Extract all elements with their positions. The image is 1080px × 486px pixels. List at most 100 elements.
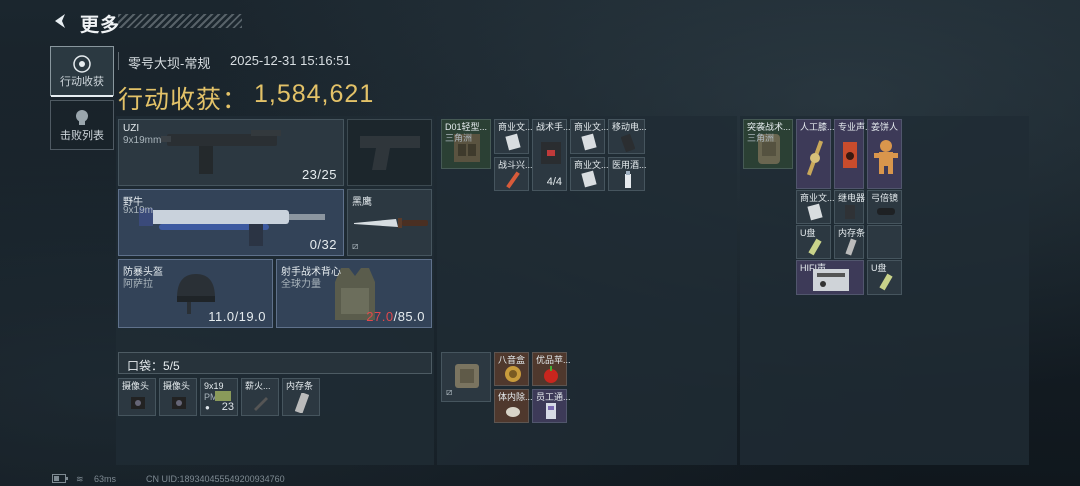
backpack-item[interactable]: 姜饼人: [867, 119, 902, 189]
pocket-label: 口袋：5/5: [127, 359, 180, 373]
melee-name: 黑鹰: [352, 197, 372, 208]
empty-backpack-slot[interactable]: [867, 225, 902, 259]
pocket-item-name: 内存条: [286, 381, 314, 391]
scope-icon: [877, 208, 895, 215]
info-divider: [118, 52, 119, 70]
usb-drive-icon: [808, 238, 822, 256]
gingerbread-man-icon: [874, 140, 898, 174]
helmet-slot[interactable]: 防暴头盔 阿萨拉 11.0/19.0: [118, 259, 273, 328]
header-decoration: [118, 14, 242, 28]
secondary-weapon-caliber: 9x19m: [123, 205, 154, 216]
melee-slot[interactable]: 黑鹰 ⧄: [347, 189, 432, 256]
target-icon: [73, 55, 91, 73]
pouch-item[interactable]: 员工通...: [532, 389, 571, 423]
chest-item[interactable]: 移动电...: [608, 119, 647, 154]
chest-item-count: 4/4: [546, 176, 562, 188]
armor-durability-current: 27.0: [366, 309, 394, 324]
pistol-slot[interactable]: [347, 119, 432, 186]
latency: 63ms: [94, 474, 117, 484]
user-uid: CN UID:1893404555492009347​60: [146, 474, 285, 484]
music-box-icon: [505, 366, 521, 382]
pocket-item-name: 摄像头: [163, 381, 191, 391]
artificial-knee-icon: [806, 140, 824, 176]
chest-item[interactable]: 医用酒...: [608, 157, 647, 191]
pistol-silhouette-icon: [360, 136, 420, 170]
pouch-item[interactable]: 八音盒: [494, 352, 529, 386]
pouch-item[interactable]: 体内除...: [494, 389, 533, 423]
stim-injector-icon: [506, 171, 520, 189]
chest-item[interactable]: 商业文...: [570, 119, 609, 154]
backpack-item-name: 姜饼人: [871, 122, 899, 132]
backpack-item[interactable]: 商业文...: [796, 190, 835, 224]
apple-icon: [544, 366, 558, 383]
backpack-item[interactable]: 弓倍镜: [867, 190, 902, 224]
battery-icon: [52, 474, 68, 483]
pouch-slot[interactable]: ⧄: [441, 352, 491, 402]
backpack-item[interactable]: 人工膝...: [796, 119, 835, 189]
pouch-item[interactable]: 优品苹...: [532, 352, 571, 386]
armor-slot[interactable]: 射手战术背心 全球力量 27.0/85.0: [276, 259, 432, 328]
hifi-audio-icon: [813, 269, 849, 291]
pocket-item[interactable]: 摄像头: [118, 378, 156, 416]
pocket-item[interactable]: 摄像头: [159, 378, 197, 416]
backpack-item[interactable]: 专业声...: [834, 119, 873, 189]
chest-rig-name: D01轻型...: [445, 122, 488, 132]
lighter-icon: [254, 397, 268, 411]
helmet-durability: 11.0/19.0: [208, 309, 266, 324]
chest-item[interactable]: 战术手... 4/4: [532, 119, 571, 191]
document-icon: [581, 133, 597, 151]
tab-kills[interactable]: 击败列表: [50, 100, 114, 150]
pocket-item[interactable]: 9x19 PM 23 ●: [200, 378, 238, 416]
helmet-brand: 阿萨拉: [123, 279, 153, 290]
pocket-item[interactable]: 薪火...: [241, 378, 279, 416]
chest-item-name: 移动电...: [612, 122, 647, 132]
primary-weapon-slot[interactable]: UZI 9x19mm 23/25: [118, 119, 344, 186]
document-icon: [581, 170, 597, 188]
backpack-item-name: 人工膝...: [800, 122, 835, 132]
primary-weapon-ammo: 23/25: [301, 167, 337, 182]
chest-item-name: 商业文...: [574, 122, 609, 132]
pouch-icon: [455, 364, 479, 388]
backpack-item-name: 弓倍镜: [871, 193, 899, 203]
secondary-weapon-slot[interactable]: 野牛 9x19m 0/32: [118, 189, 344, 256]
pocket-item-count: 23: [221, 401, 234, 413]
pocket-item-name: 薪火...: [245, 381, 271, 391]
backpack-item[interactable]: HIFI声...: [796, 260, 864, 295]
pocket-item[interactable]: 内存条: [282, 378, 320, 416]
pocket-item-name: 摄像头: [122, 381, 150, 391]
timestamp: 2025-12-31 15:16:51: [230, 53, 351, 68]
backpack-sub: 三角洲: [747, 133, 775, 143]
backpack-item[interactable]: 内存条: [834, 225, 865, 259]
backpack-slot[interactable]: 突袭战术... 三角洲: [743, 119, 793, 169]
loot-label: 行动收获：: [118, 86, 249, 114]
page-title: 更多: [80, 15, 121, 36]
chest-item-name: 商业文...: [498, 122, 533, 132]
camera-icon: [172, 397, 186, 409]
armor-durability-max: /85.0: [393, 309, 425, 324]
chest-item-name: 战术手...: [536, 122, 571, 132]
armor-brand: 全球力量: [281, 279, 321, 290]
dot-icon: ●: [205, 403, 210, 412]
ammo-box-icon: [215, 391, 231, 401]
device-icon: [506, 407, 520, 417]
back-arrow-icon[interactable]: [50, 11, 70, 31]
tab-kills-label: 击败列表: [60, 130, 104, 142]
tab-loot[interactable]: 行动收获: [50, 46, 114, 97]
map-mode: 零号大坝-常规: [128, 56, 211, 71]
chest-item[interactable]: 商业文...: [570, 157, 609, 191]
backpack-item[interactable]: 继电器: [834, 190, 865, 224]
tab-loot-label: 行动收获: [60, 76, 104, 88]
chest-rig-slot[interactable]: D01轻型... 三角洲: [441, 119, 491, 169]
chest-item[interactable]: 商业文...: [494, 119, 533, 154]
primary-weapon-name: UZI: [123, 123, 140, 134]
knife-icon: [354, 218, 428, 228]
unlink-icon: ⧄: [352, 241, 359, 252]
secondary-weapon-ammo: 0/32: [309, 237, 337, 252]
backpack-item[interactable]: U盘: [867, 260, 902, 295]
camera-icon: [131, 397, 145, 409]
relay-icon: [845, 205, 855, 219]
document-icon: [807, 203, 823, 221]
backpack-item[interactable]: U盘: [796, 225, 831, 259]
chest-item[interactable]: 战斗兴...: [494, 157, 533, 191]
memory-stick-icon: [295, 393, 309, 413]
